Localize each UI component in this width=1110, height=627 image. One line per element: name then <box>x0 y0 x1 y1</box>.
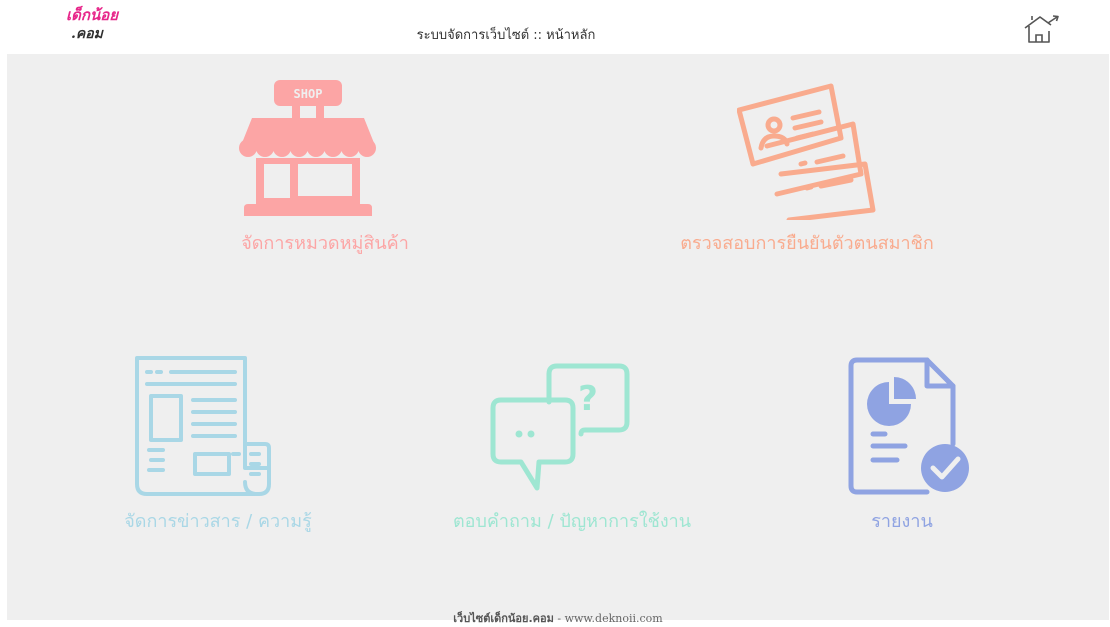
shop-icon: SHOP <box>239 80 376 216</box>
page-title: ระบบจัดการเว็บไซต์ :: หน้าหลัก <box>416 28 596 43</box>
answer-questions-button[interactable]: ? ตอบคำถาม / ปัญหาการใช้งาน <box>407 354 737 534</box>
menu-label-categories: จัดการหมวดหมู่สินค้า <box>241 233 409 254</box>
newspaper-icon <box>135 356 271 496</box>
shop-sign-label: SHOP <box>294 87 323 101</box>
logo-line-1: เด็กน้อย <box>66 6 119 24</box>
menu-label-verify-members: ตรวจสอบการยืนยันตัวตนสมาชิก <box>680 233 934 254</box>
reports-button[interactable]: รายงาน <box>817 354 987 534</box>
footer-site-name: เว็บไซต์เด็กน้อย.คอม <box>453 612 554 625</box>
svg-text:?: ? <box>578 379 598 419</box>
home-button[interactable] <box>1018 10 1062 48</box>
manage-categories-button[interactable]: SHOP จัดการหมวดหมู่สินค้า <box>190 80 460 260</box>
menu-label-reports: รายงาน <box>871 511 933 532</box>
verify-members-button[interactable]: ตรวจสอบการยืนยันตัวตนสมาชิก <box>637 80 977 260</box>
chat-question-icon: ? <box>490 363 630 491</box>
home-exit-icon <box>1024 15 1059 43</box>
menu-label-news: จัดการข่าวสาร / ความรู้ <box>124 511 312 532</box>
report-icon <box>848 357 969 495</box>
menu-label-qa: ตอบคำถาม / ปัญหาการใช้งาน <box>452 511 692 532</box>
footer-separator: - <box>553 612 565 625</box>
manage-news-button[interactable]: จัดการข่าวสาร / ความรู้ <box>93 354 343 534</box>
id-cards-icon <box>737 83 876 220</box>
footer: เว็บไซต์เด็กน้อย.คอม - www.deknoii.com <box>7 609 1109 627</box>
footer-url-link[interactable]: www.deknoii.com <box>565 612 663 625</box>
header: เด็กน้อย .คอม ระบบจัดการเว็บไซต์ :: หน้า… <box>0 0 1110 54</box>
dashboard-content: SHOP จัดการหมวดหมู่สินค้า ตรวจสอบการยืนย… <box>7 54 1109 625</box>
